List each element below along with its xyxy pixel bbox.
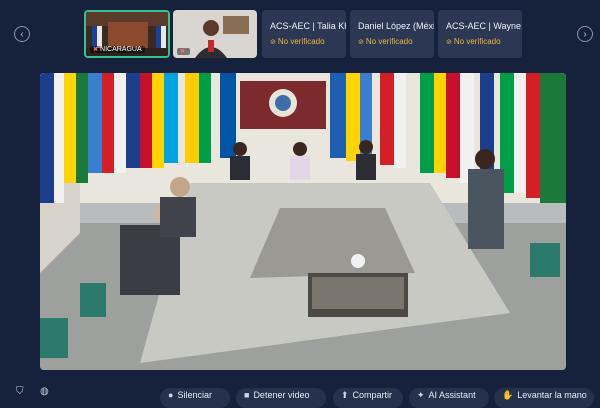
video-tile-nicaragua[interactable]: ✖ NICARAGUA — [84, 10, 170, 58]
warning-icon: ⊘ — [446, 39, 452, 46]
video-tile-participant[interactable]: ✖ — [173, 10, 257, 58]
ai-assistant-button-label: AI Assistant — [428, 390, 476, 400]
mic-off-icon: ✖ — [93, 47, 99, 53]
share-button[interactable]: ⬆ Compartir — [333, 388, 403, 408]
strip-prev-button[interactable]: ‹ — [14, 26, 30, 42]
participant-status-text: No verificado — [453, 37, 501, 46]
participants-strip: ‹ ✖NICARAGUA ✖ ACS-AEC | Talia Khan ⊘No … — [0, 0, 600, 66]
share-button-label: Compartir — [352, 390, 393, 400]
globe-icon[interactable]: ◍ — [40, 386, 49, 397]
stop-video-button[interactable]: ■ Detener video — [236, 388, 326, 408]
mute-button[interactable]: ● Silenciar — [160, 388, 230, 408]
participant-tile[interactable]: Daniel López (México) ⊘No verificado — [350, 10, 434, 58]
conference-room-scene — [40, 73, 566, 370]
warning-icon: ⊘ — [270, 39, 276, 46]
shield-icon[interactable]: ⛉ — [16, 386, 24, 397]
participant-name: ACS-AEC | Wayne Ou… — [446, 21, 522, 31]
warning-icon: ⊘ — [358, 39, 364, 46]
participant-status: ⊘ No verificado — [270, 37, 325, 46]
participant-name: Daniel López (México) — [358, 21, 434, 31]
raise-hand-button[interactable]: ✋ Levantar la mano — [494, 388, 594, 408]
stop-video-button-label: Detener video — [253, 390, 310, 400]
participant-status: ⊘ No verificado — [358, 37, 413, 46]
video-tile-caption: ✖ NICARAGUA — [90, 46, 145, 53]
mic-off-icon: ✖ — [180, 49, 186, 55]
raise-hand-button-label: Levantar la mano — [517, 390, 587, 400]
participant-status-text: No verificado — [277, 37, 325, 46]
participant-tile[interactable]: ACS-AEC | Wayne Ou… ⊘No verificado — [438, 10, 522, 58]
participant-status-text: No verificado — [365, 37, 413, 46]
main-video-feed[interactable] — [40, 73, 566, 370]
strip-next-button[interactable]: › — [577, 26, 593, 42]
participant-name: ACS-AEC | Talia Khan — [270, 21, 346, 31]
ai-assistant-button[interactable]: ✦ AI Assistant — [409, 388, 489, 408]
participant-tile[interactable]: ACS-AEC | Talia Khan ⊘No verificado — [262, 10, 346, 58]
video-tile-caption-text: NICARAGUA — [100, 46, 142, 53]
mic-off-badge: ✖ — [177, 48, 191, 55]
mute-button-label: Silenciar — [177, 390, 212, 400]
participant-status: ⊘ No verificado — [446, 37, 501, 46]
